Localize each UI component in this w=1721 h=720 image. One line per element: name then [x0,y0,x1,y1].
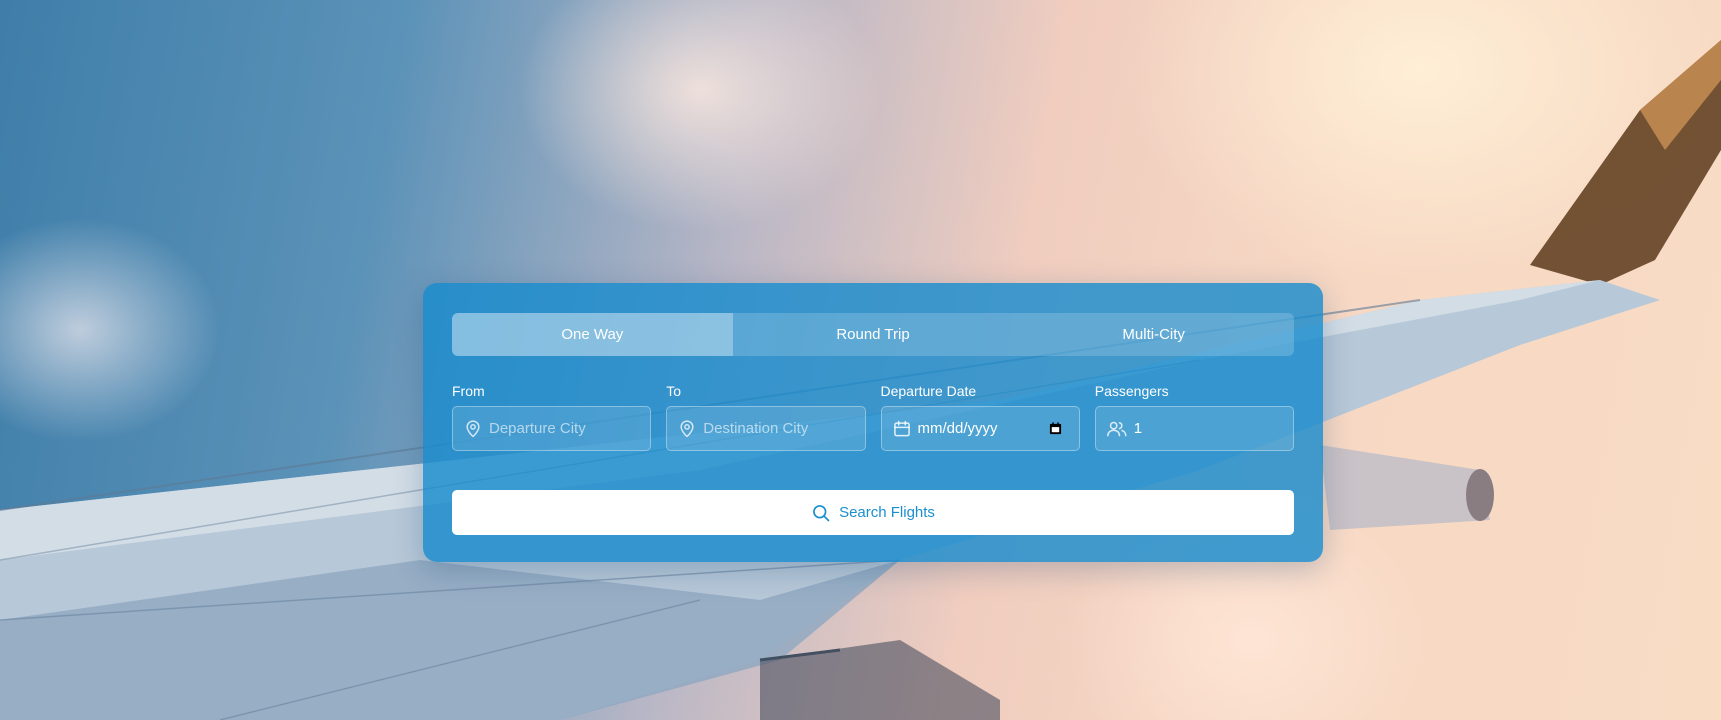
map-pin-icon [680,419,694,437]
passengers-input-box[interactable]: 1 [1094,406,1294,451]
tab-round-trip[interactable]: Round Trip [733,313,1014,356]
departure-date-field: Departure Date mm/dd/yyyy [880,381,1080,451]
departure-date-value: mm/dd/yyyy [917,420,998,437]
to-input-box[interactable] [666,406,866,451]
search-flights-button[interactable]: Search Flights [452,490,1294,535]
flight-search-card: One Way Round Trip Multi-City From To [423,283,1323,562]
trip-type-tabs: One Way Round Trip Multi-City [452,313,1294,356]
calendar-icon [893,420,910,436]
from-input[interactable] [489,420,639,437]
passengers-label: Passengers [1094,383,1169,399]
search-flights-label: Search Flights [839,504,935,521]
departure-date-input[interactable]: mm/dd/yyyy [880,406,1080,451]
departure-date-label: Departure Date [880,383,977,399]
search-fields: From To Departure Date [452,381,1294,451]
to-label: To [666,383,682,399]
from-input-box[interactable] [452,406,652,451]
from-label: From [452,383,485,399]
tab-multi-city[interactable]: Multi-City [1013,313,1294,356]
to-field: To [666,381,866,451]
passengers-field: Passengers 1 [1094,381,1294,451]
from-field: From [452,381,652,451]
passengers-value[interactable]: 1 [1134,420,1293,437]
users-icon [1106,421,1127,436]
search-icon [813,504,830,521]
to-input[interactable] [703,420,854,437]
date-picker-icon[interactable] [1049,422,1063,436]
map-pin-icon [466,419,480,437]
tab-one-way[interactable]: One Way [452,313,733,356]
